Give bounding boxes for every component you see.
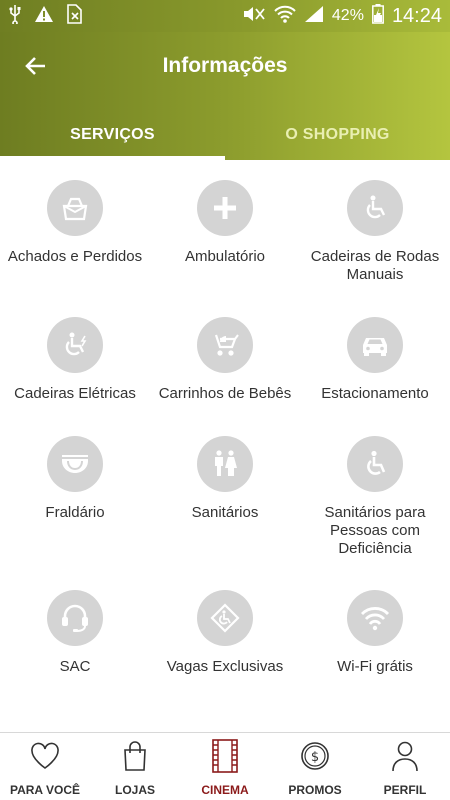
service-ambulatorio[interactable]: Ambulatório — [150, 180, 300, 266]
plus-icon — [197, 180, 253, 236]
battery-icon — [371, 3, 384, 29]
service-cadeiras-eletricas[interactable]: Cadeiras Elétricas — [0, 317, 150, 403]
restroom-icon — [197, 436, 253, 492]
wheelchair-icon — [347, 180, 403, 236]
heart-icon — [29, 739, 61, 773]
person-icon — [390, 739, 420, 773]
bottom-navigation: PARA VOCÊ LOJAS CINEMA $ PROMOS PERFIL — [0, 732, 450, 800]
status-bar: 42% 14:24 — [0, 0, 450, 32]
service-label: Fraldário — [45, 504, 105, 521]
app-bar: Informações SERVIÇOS O SHOPPING — [0, 32, 450, 160]
warning-icon — [34, 5, 54, 28]
nav-cinema[interactable]: CINEMA — [180, 733, 270, 800]
accessible-parking-icon — [197, 590, 253, 646]
bag-icon — [47, 180, 103, 236]
wifi-icon — [347, 590, 403, 646]
service-vagas-exclusivas[interactable]: Vagas Exclusivas — [150, 590, 300, 676]
mute-icon — [242, 5, 266, 28]
tab-bar: SERVIÇOS O SHOPPING — [0, 110, 450, 160]
nav-lojas[interactable]: LOJAS — [90, 733, 180, 800]
service-carrinhos-de-bebes[interactable]: Carrinhos de Bebês — [150, 317, 300, 403]
service-sanitarios[interactable]: Sanitários — [150, 436, 300, 522]
clock: 14:24 — [391, 4, 442, 27]
electric-wheelchair-icon — [47, 317, 103, 373]
diaper-icon — [47, 436, 103, 492]
battery-percent: 42% — [331, 7, 364, 24]
nav-perfil[interactable]: PERFIL — [360, 733, 450, 800]
headset-icon — [47, 590, 103, 646]
nav-label: LOJAS — [114, 783, 155, 797]
service-label: Cadeiras Elétricas — [14, 385, 136, 402]
service-label: Sanitários para Pessoas com Deficiência — [324, 504, 426, 557]
no-sim-icon — [66, 3, 84, 29]
nav-para-voce[interactable]: PARA VOCÊ — [0, 733, 90, 800]
accessible-icon — [347, 436, 403, 492]
service-label: Vagas Exclusivas — [166, 658, 284, 675]
service-label: Achados e Perdidos — [7, 248, 143, 265]
service-label: Carrinhos de Bebês — [158, 385, 292, 402]
nav-label: PERFIL — [383, 783, 427, 797]
film-icon — [210, 739, 240, 773]
svg-text:$: $ — [311, 750, 319, 765]
service-cadeiras-de-rodas-manuais[interactable]: Cadeiras de Rodas Manuais — [300, 180, 450, 284]
tab-o-shopping[interactable]: O SHOPPING — [225, 110, 450, 160]
nav-label: PROMOS — [288, 783, 342, 797]
nav-promos[interactable]: $ PROMOS — [270, 733, 360, 800]
service-label: Sanitários — [191, 504, 259, 521]
nav-label: PARA VOCÊ — [9, 783, 80, 797]
usb-icon — [8, 4, 22, 29]
service-wifi-gratis[interactable]: Wi-Fi grátis — [300, 590, 450, 676]
signal-icon — [304, 5, 324, 28]
service-sac[interactable]: SAC — [0, 590, 150, 676]
car-icon — [347, 317, 403, 373]
service-fraldario[interactable]: Fraldário — [0, 436, 150, 522]
page-title: Informações — [162, 54, 288, 77]
stroller-icon — [197, 317, 253, 373]
coin-icon: $ — [299, 739, 331, 773]
shopping-bag-icon — [120, 739, 150, 773]
wifi-status-icon — [274, 5, 296, 28]
services-grid: Achados e Perdidos Ambulatório Cadeiras … — [0, 160, 450, 732]
service-label: Ambulatório — [184, 248, 266, 265]
tab-servicos[interactable]: SERVIÇOS — [0, 110, 225, 160]
service-label: Estacionamento — [321, 385, 429, 402]
service-label: Cadeiras de Rodas Manuais — [310, 248, 440, 283]
nav-label: CINEMA — [201, 783, 249, 797]
service-label: SAC — [59, 658, 91, 675]
service-estacionamento[interactable]: Estacionamento — [300, 317, 450, 403]
service-sanitarios-pcd[interactable]: Sanitários para Pessoas com Deficiência — [300, 436, 450, 558]
service-label: Wi-Fi grátis — [337, 658, 413, 675]
service-achados-e-perdidos[interactable]: Achados e Perdidos — [0, 180, 150, 266]
